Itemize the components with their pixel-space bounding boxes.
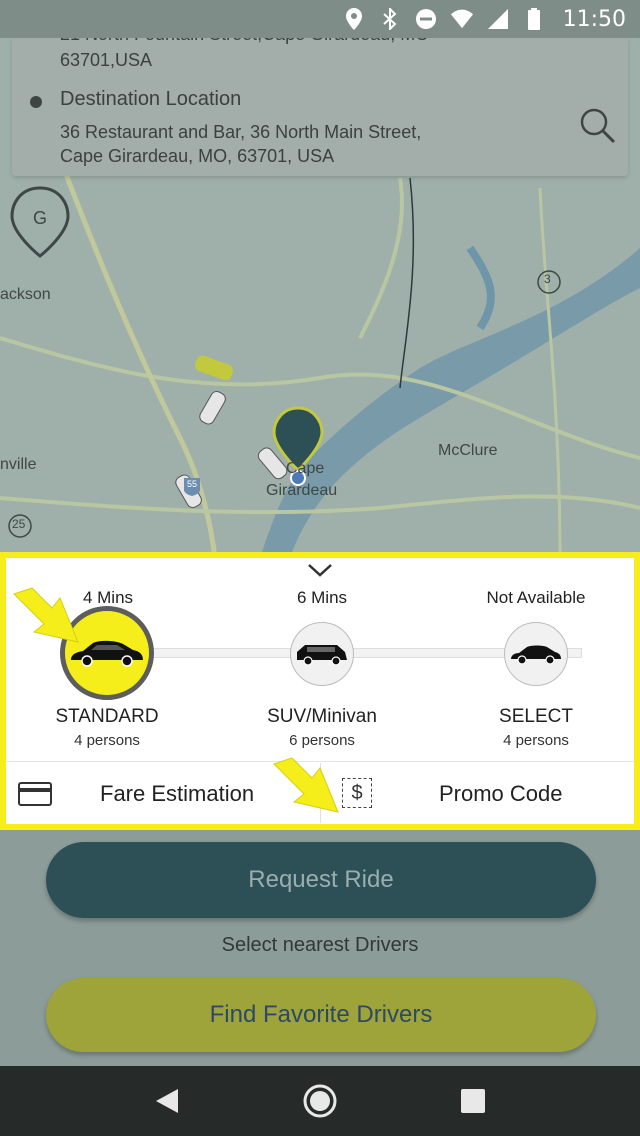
svg-text:G: G [33,208,47,228]
chevron-down-icon[interactable] [307,562,333,578]
vehicle-name-standard: STANDARD [55,706,159,727]
battery-icon [523,8,545,30]
map-label: Cape [286,460,325,477]
vehicle-name-select: SELECT [499,706,573,727]
status-bar: 11:50 [0,0,640,38]
map-label: nville [0,456,37,473]
signal-icon [487,8,509,30]
promo-code-button[interactable]: Promo Code [439,781,563,807]
vehicle-capacity-suv: 6 persons [289,732,355,749]
find-favorite-drivers-button[interactable]: Find Favorite Drivers [46,978,596,1052]
credit-card-icon[interactable] [18,782,52,806]
vehicle-capacity-standard: 4 persons [74,732,140,749]
map-label: ackson [0,286,51,303]
recents-icon[interactable] [453,1081,493,1121]
back-icon[interactable] [147,1081,187,1121]
map-label: McClure [438,442,498,459]
destination-address-line[interactable]: Cape Girardeau, MO, 63701, USA [60,144,334,168]
clock: 11:50 [562,6,626,32]
suv-icon [297,645,347,666]
pickup-address-line[interactable]: 63701,USA [60,48,152,72]
map-label: Girardeau [266,482,338,499]
bluetooth-icon [379,8,401,30]
search-icon[interactable] [578,106,618,146]
bottom-actions: Request Ride Select nearest Drivers Find… [0,830,640,1066]
wifi-icon [450,8,473,30]
do-not-disturb-icon [415,8,437,30]
vehicle-name-suv: SUV/Minivan [267,706,377,727]
sedan-icon [511,645,561,665]
promo-dollar-icon[interactable]: $ [342,778,372,808]
vehicle-suv-button[interactable] [290,622,354,686]
fare-estimation-button[interactable]: Fare Estimation [100,781,254,807]
map-label: 3 [544,272,551,286]
vehicle-select-button[interactable] [504,622,568,686]
request-ride-button[interactable]: Request Ride [46,842,596,918]
destination-dot-icon [30,96,42,108]
annotation-arrow-icon [273,757,339,813]
location-icon [343,8,365,30]
map-label: 55 [187,479,198,489]
destination-title: Destination Location [60,88,242,110]
annotation-arrow-icon [13,587,79,643]
address-card: 21 North Fountain Street,Cape Girardeau,… [12,24,628,176]
select-nearest-drivers-text[interactable]: Select nearest Drivers [0,934,640,957]
home-icon[interactable] [300,1081,340,1121]
eta-suv: 6 Mins [296,588,348,607]
system-nav-bar [0,1066,640,1136]
destination-address-line[interactable]: 36 Restaurant and Bar, 36 North Main Str… [60,120,421,144]
map-label: 25 [12,517,26,531]
eta-select: Not Available [486,588,586,607]
vehicle-capacity-select: 4 persons [503,732,569,749]
